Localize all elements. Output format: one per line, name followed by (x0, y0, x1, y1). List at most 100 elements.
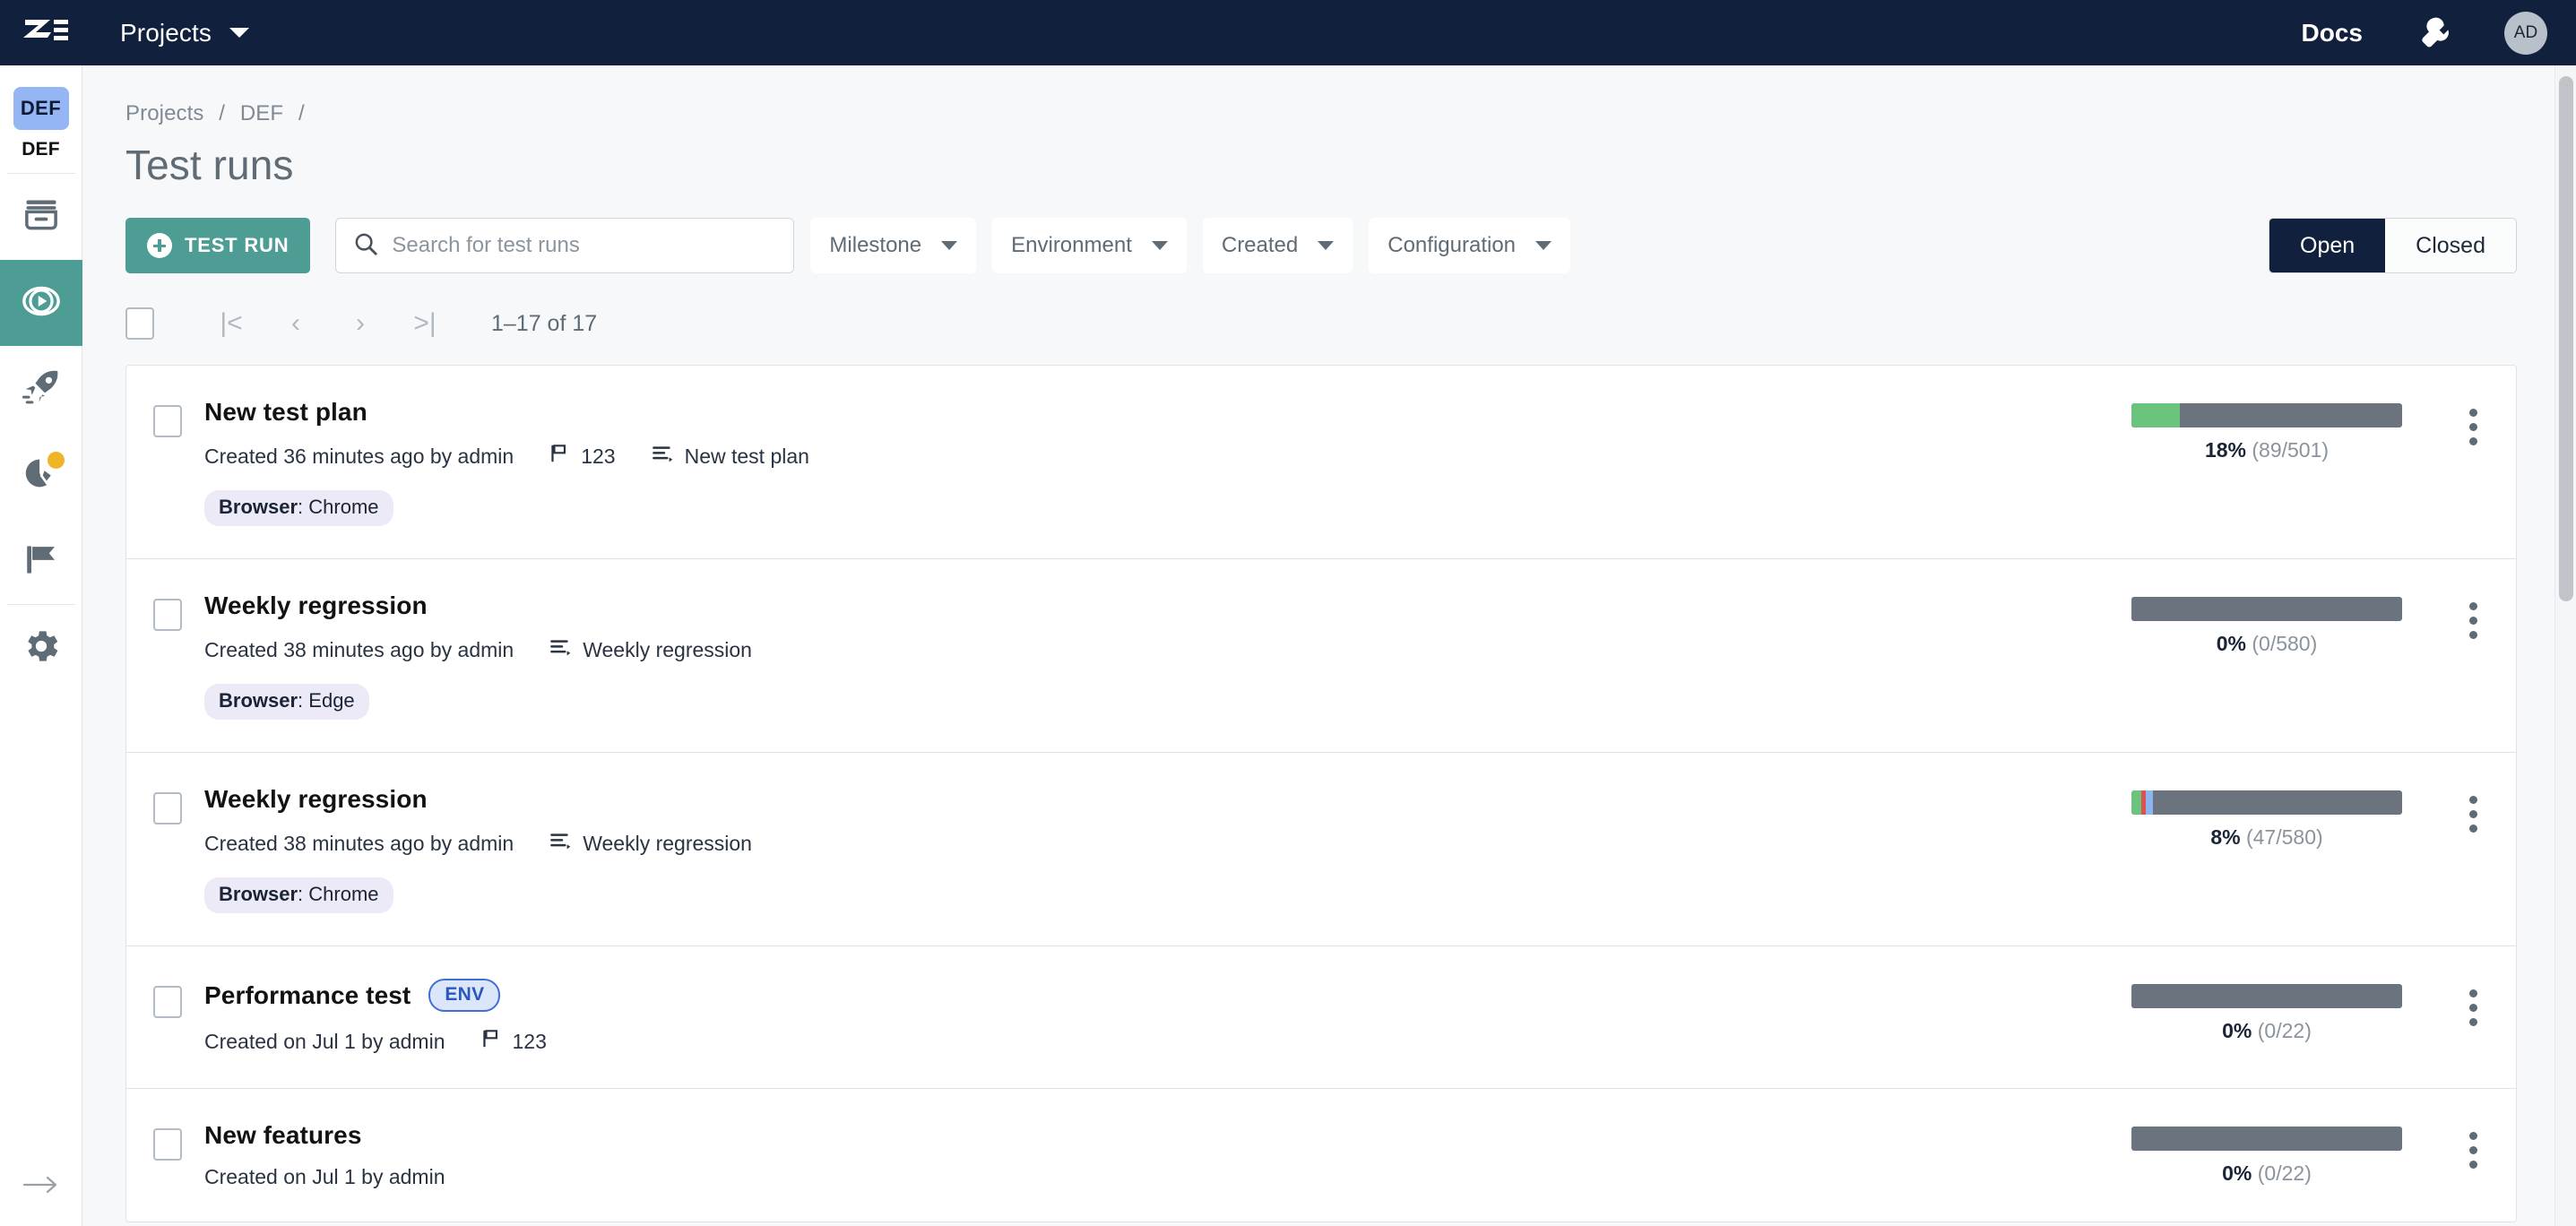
docs-link[interactable]: Docs (2302, 19, 2363, 47)
test-run-progress-percent: 18% (2204, 438, 2246, 462)
test-run-meta: Created 36 minutes ago by admin 123 New te… (204, 442, 2088, 471)
test-run-row[interactable]: Weekly regression Created 38 minutes ago … (126, 559, 2516, 753)
plus-circle-icon (147, 233, 172, 258)
search-box[interactable] (335, 218, 795, 273)
test-run-progress-bar (2131, 984, 2402, 1008)
test-run-configuration-tag: Browser: Edge (204, 684, 369, 720)
sidebar-project-badge[interactable]: DEF (13, 87, 69, 130)
sidebar-item-releases[interactable] (0, 346, 82, 432)
breadcrumb-separator-trailing: / (298, 101, 305, 125)
kebab-menu-icon[interactable] (2446, 602, 2500, 639)
page-scrollbar-thumb[interactable] (2559, 76, 2573, 601)
test-run-configuration-tag: Browser: Chrome (204, 877, 393, 913)
breadcrumb-item-def[interactable]: DEF (240, 101, 283, 125)
test-run-row-body: New features Created on Jul 1 by admin (204, 1121, 2088, 1189)
filter-created[interactable]: Created (1202, 218, 1353, 273)
environment-badge: ENV (428, 979, 501, 1012)
status-filter-closed[interactable]: Closed (2385, 219, 2516, 272)
test-run-progress-label: 0% (0/22) (2222, 1019, 2312, 1043)
create-test-run-button[interactable]: TEST RUN (125, 218, 311, 273)
test-run-row[interactable]: New features Created on Jul 1 by admin 0% … (126, 1089, 2516, 1222)
test-run-created-label: Created on Jul 1 by admin (204, 1165, 445, 1188)
test-run-meta: Created on Jul 1 by admin (204, 1165, 2088, 1189)
test-runs-list: New test plan Created 36 minutes ago by a… (125, 365, 2517, 1222)
test-run-title[interactable]: Performance test (204, 981, 411, 1010)
kebab-menu-icon[interactable] (2446, 409, 2500, 445)
pagination-controls: |< ‹ › >| (199, 304, 457, 343)
select-all-checkbox[interactable] (125, 307, 154, 340)
sidebar-item-milestones[interactable] (0, 518, 82, 604)
notification-dot (47, 452, 65, 469)
chevron-down-icon (1151, 241, 1168, 250)
test-run-row-checkbox[interactable] (153, 986, 182, 1018)
test-run-row-checkbox[interactable] (153, 405, 182, 437)
rocket-icon (21, 367, 62, 412)
test-run-plan[interactable]: Weekly regression (548, 635, 752, 664)
test-run-title[interactable]: New features (204, 1121, 362, 1150)
test-run-row-checkbox[interactable] (153, 599, 182, 631)
test-run-created-label: Created 38 minutes ago by admin (204, 637, 514, 661)
test-run-created-label: Created 36 minutes ago by admin (204, 444, 514, 468)
toolbar: TEST RUN Milestone Environment Created C… (125, 218, 2517, 273)
pagination-first-button[interactable]: |< (199, 304, 264, 343)
pagination-prev-button[interactable]: ‹ (264, 304, 328, 343)
test-run-row-body: Weekly regression Created 38 minutes ago … (204, 785, 2088, 913)
page-scrollbar[interactable] (2554, 65, 2576, 1226)
test-run-plan-label: New test plan (684, 444, 809, 468)
test-run-progress-label: 0% (0/22) (2222, 1161, 2312, 1186)
page-title: Test runs (125, 142, 294, 188)
test-run-row[interactable]: Weekly regression Created 38 minutes ago … (126, 753, 2516, 946)
gear-icon (21, 626, 62, 671)
test-run-title[interactable]: Weekly regression (204, 591, 428, 620)
test-run-row-checkbox[interactable] (153, 1128, 182, 1161)
test-run-progress-counts: (0/22) (2257, 1019, 2312, 1042)
sidebar-expand-button[interactable] (0, 1173, 82, 1201)
avatar[interactable]: AD (2504, 11, 2547, 55)
sidebar-item-test-runs[interactable] (0, 260, 82, 346)
status-filter-open[interactable]: Open (2269, 219, 2386, 272)
progress-segment-passed (2131, 790, 2141, 815)
breadcrumb-item-projects[interactable]: Projects (125, 101, 204, 125)
filter-configuration[interactable]: Configuration (1369, 218, 1571, 273)
pagination-last-button[interactable]: >| (393, 304, 457, 343)
zephyr-logo-icon[interactable] (20, 15, 72, 51)
test-run-progress-percent: 0% (2216, 632, 2246, 655)
test-run-milestone-label: 123 (581, 444, 616, 468)
filter-milestone[interactable]: Milestone (810, 218, 977, 273)
test-run-title[interactable]: Weekly regression (204, 785, 428, 814)
filter-milestone-label: Milestone (829, 233, 922, 257)
test-run-meta: Created on Jul 1 by admin 123 (204, 1027, 2088, 1056)
search-input[interactable] (392, 233, 778, 258)
chevron-down-icon (1318, 241, 1335, 250)
sidebar-item-reports[interactable] (0, 432, 82, 518)
test-run-title-line: Performance test ENV (204, 979, 2088, 1012)
kebab-menu-icon[interactable] (2446, 1132, 2500, 1169)
test-run-progress-label: 0% (0/580) (2217, 632, 2318, 656)
wrench-icon[interactable] (2413, 10, 2459, 56)
test-run-progress-bar (2131, 790, 2402, 815)
chevron-down-icon (941, 241, 958, 250)
progress-segment-blocked (2145, 790, 2154, 815)
sidebar-item-settings[interactable] (0, 605, 82, 691)
test-run-row[interactable]: New test plan Created 36 minutes ago by a… (126, 366, 2516, 559)
projects-menu-button[interactable]: Projects (120, 19, 249, 47)
kebab-menu-icon[interactable] (2446, 796, 2500, 833)
filter-environment[interactable]: Environment (992, 218, 1187, 273)
top-navigation-bar: Projects Docs AD (0, 0, 2576, 65)
test-run-row-checkbox[interactable] (153, 792, 182, 825)
chevron-down-icon (229, 28, 249, 38)
test-run-plan-label: Weekly regression (583, 637, 752, 661)
test-run-progress-label: 8% (47/580) (2210, 825, 2322, 850)
test-run-plan[interactable]: New test plan (650, 442, 809, 471)
sidebar-item-repository[interactable] (0, 174, 82, 260)
test-run-configuration-tag: Browser: Chrome (204, 490, 393, 526)
test-run-milestone[interactable]: 123 (480, 1027, 547, 1056)
test-run-milestone[interactable]: 123 (548, 442, 616, 471)
test-run-title[interactable]: New test plan (204, 398, 367, 427)
test-run-row[interactable]: Performance test ENV Created on Jul 1 by a… (126, 946, 2516, 1089)
test-run-plan[interactable]: Weekly regression (548, 829, 752, 858)
pagination-next-button[interactable]: › (328, 304, 393, 343)
kebab-menu-icon[interactable] (2446, 989, 2500, 1026)
pagination-range-label: 1–17 of 17 (491, 310, 598, 336)
test-run-progress-counts: (0/580) (2252, 632, 2318, 655)
